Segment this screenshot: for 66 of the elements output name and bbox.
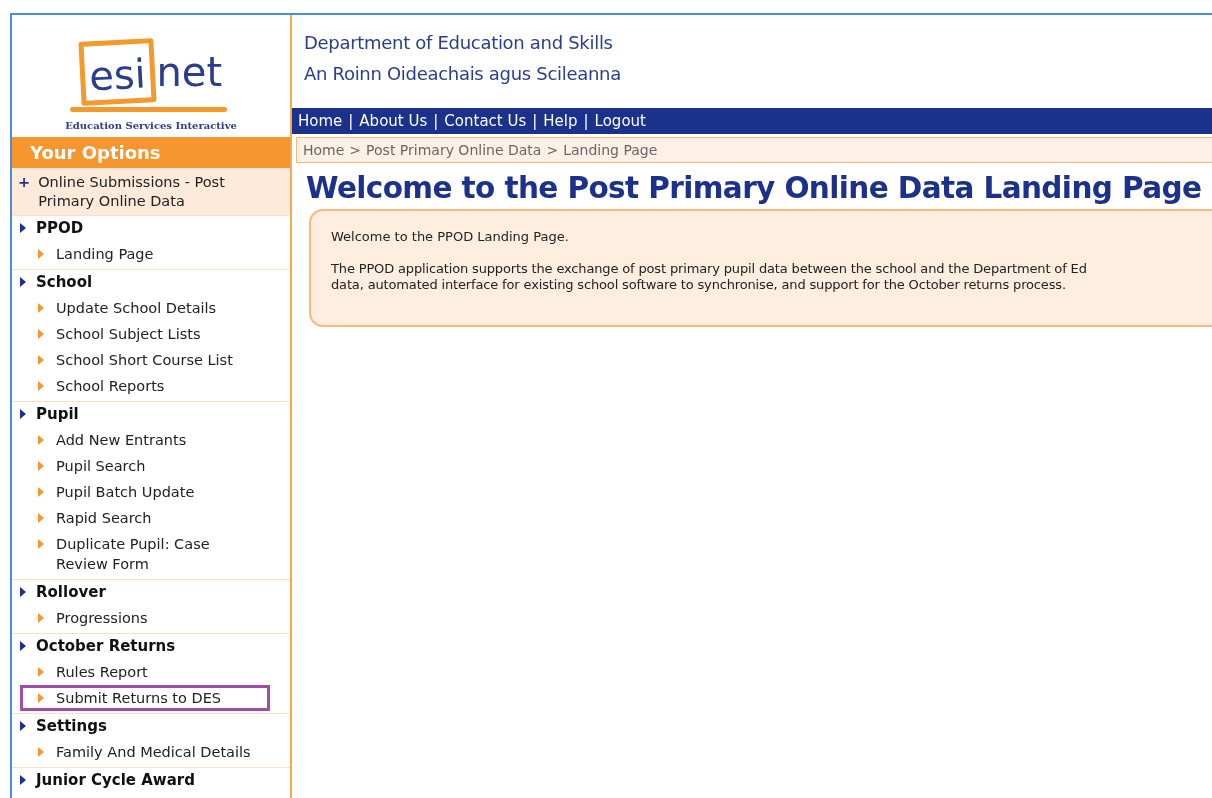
sidebar-item[interactable]: Family And Medical Details: [20, 739, 270, 765]
triangle-icon: [38, 303, 44, 313]
triangle-icon: [20, 721, 26, 731]
triangle-icon: [38, 539, 44, 549]
sidebar-item[interactable]: Add New Entrants: [20, 427, 270, 453]
sidebar-item[interactable]: School Reports: [20, 373, 270, 399]
nav-separator: |: [532, 112, 538, 130]
triangle-icon: [20, 641, 26, 651]
triangle-icon: [38, 329, 44, 339]
sidebar-item[interactable]: Update School Details: [20, 295, 270, 321]
sidebar-section[interactable]: Rollover: [12, 580, 290, 605]
triangle-icon: [38, 381, 44, 391]
logo-swoosh-icon: [69, 107, 228, 112]
sidebar-item[interactable]: Pupil Search: [20, 453, 270, 479]
triangle-icon: [20, 277, 26, 287]
breadcrumb-link[interactable]: Home: [303, 142, 345, 158]
triangle-icon: [38, 613, 44, 623]
triangle-icon: [38, 667, 44, 677]
triangle-icon: [20, 223, 26, 233]
nav-link[interactable]: About Us: [359, 112, 428, 130]
department-name: An Roinn Oideachais agus Scileanna: [304, 62, 622, 86]
nav-separator: |: [583, 112, 589, 130]
sidebar-item[interactable]: Rules Report: [20, 659, 270, 685]
sidebar-item[interactable]: Progressions: [20, 605, 270, 631]
triangle-icon: [38, 435, 44, 445]
sidebar-item[interactable]: Duplicate Pupil: Case Review Form: [20, 531, 270, 577]
nav-separator: |: [433, 112, 439, 130]
breadcrumb-link[interactable]: Post Primary Online Data: [366, 142, 542, 158]
sidebar-item[interactable]: School Short Course List: [20, 347, 270, 373]
page-title: Welcome to the Post Primary Online Data Landing Page: [306, 171, 1203, 205]
nav-separator: |: [348, 112, 354, 130]
nav-link[interactable]: Contact Us: [444, 112, 527, 130]
breadcrumb-link[interactable]: Landing Page: [563, 142, 658, 158]
triangle-icon: [38, 249, 44, 259]
sidebar-title: Your Options: [12, 137, 290, 168]
sidebar-section[interactable]: PPOD: [12, 216, 290, 241]
sidebar-section[interactable]: Settings: [12, 714, 290, 739]
sidebar-section[interactable]: School: [12, 270, 290, 295]
department-name: Department of Education and Skills: [304, 31, 614, 55]
triangle-icon: [38, 747, 44, 757]
sidebar-item[interactable]: School Subject Lists: [20, 321, 270, 347]
triangle-icon: [38, 355, 44, 365]
sidebar-item[interactable]: Pupil Batch Update: [20, 479, 270, 505]
triangle-icon: [38, 693, 44, 703]
triangle-icon: [20, 587, 26, 597]
triangle-icon: [20, 775, 26, 785]
sidebar-item[interactable]: Landing Page: [20, 241, 270, 267]
triangle-icon: [38, 461, 44, 471]
nav-link[interactable]: Help: [543, 112, 578, 130]
sidebar-item[interactable]: + Online Submissions - Post Primary Online Data: [12, 168, 290, 215]
triangle-icon: [38, 513, 44, 523]
sidebar-section[interactable]: Junior Cycle Award: [12, 768, 290, 793]
logo-tagline: Education Services Interactive: [65, 120, 237, 131]
sidebar-item[interactable]: Submit Returns to DES: [20, 685, 270, 711]
welcome-text: Welcome to the PPOD Landing Page.: [331, 229, 570, 244]
description-paragraph: The PPOD application supports the exchange of post primary pupil data between the school and the Department of Ed data, automated interface for existing school software to synchronise, and support for the October returns process.: [331, 261, 1088, 293]
sidebar-item[interactable]: Rapid Search: [20, 505, 270, 531]
triangle-icon: [38, 487, 44, 497]
sidebar-section[interactable]: Pupil: [12, 402, 290, 427]
logo-text: net: [156, 52, 223, 97]
triangle-icon: [20, 409, 26, 419]
breadcrumb-separator: >: [546, 142, 559, 158]
breadcrumb-separator: >: [349, 142, 362, 158]
nav-link[interactable]: Home: [298, 112, 343, 130]
sidebar-section[interactable]: October Returns: [12, 634, 290, 659]
nav-link[interactable]: Logout: [594, 112, 646, 130]
